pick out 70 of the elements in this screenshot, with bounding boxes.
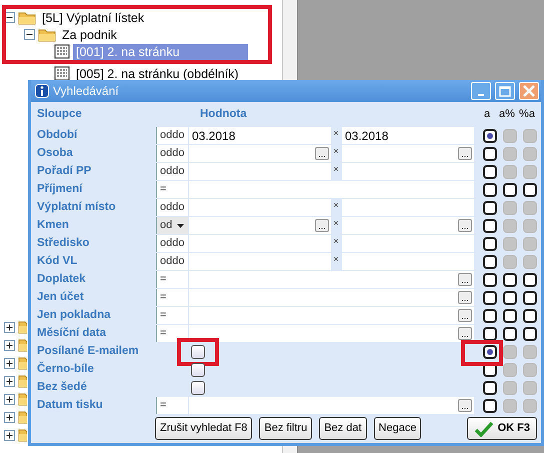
from-field[interactable]: 03.2018 (188, 127, 331, 144)
value-field[interactable]: ... (188, 397, 474, 414)
tree-item[interactable]: [5L] Výplatní lístek (39, 10, 148, 26)
browse-button[interactable]: ... (458, 273, 472, 286)
to-field[interactable]: ... (341, 145, 474, 162)
column-header: a (482, 107, 492, 122)
range-separator: × (332, 253, 340, 266)
value-field[interactable]: ... (188, 271, 474, 288)
browse-button[interactable]: ... (458, 309, 472, 322)
range-separator: × (332, 145, 340, 158)
operator-field[interactable]: = (156, 271, 188, 288)
browse-button[interactable]: ... (458, 291, 472, 304)
browse-button[interactable]: ... (315, 219, 329, 232)
field-label: Posílané E-mailem (36, 344, 140, 359)
from-field[interactable]: ... (188, 145, 331, 162)
browse-button[interactable]: ... (458, 327, 472, 340)
dialog-button[interactable]: Bez dat (319, 417, 367, 440)
dialog-button[interactable]: Zrušit vyhledat F8 (155, 417, 252, 440)
field-label: Černo-bíle (36, 361, 95, 377)
operator-field[interactable]: oddo (156, 253, 188, 270)
value-field[interactable]: ... (188, 307, 474, 324)
browse-button[interactable]: ... (458, 399, 472, 412)
operator-field[interactable]: oddo (156, 235, 188, 252)
operator-field[interactable]: oddo (156, 199, 188, 216)
value-field[interactable]: ... (188, 289, 474, 306)
column-header: Sloupce (37, 106, 83, 122)
operator-field[interactable]: = (156, 289, 188, 306)
operator-field[interactable]: = (156, 307, 188, 324)
field-label: Kód VL (36, 254, 78, 269)
field-label: Doplatek (36, 272, 87, 287)
field-label: Kmen (36, 218, 70, 233)
field-label: Jen účet (36, 290, 85, 305)
operator-field[interactable]: = (156, 325, 188, 342)
browse-button[interactable]: ... (315, 147, 329, 160)
field-label: Příjmení (36, 182, 84, 197)
field-label: Jen pokladna (36, 308, 112, 323)
tree-item[interactable]: Za podnik (59, 26, 120, 42)
operator-field[interactable]: = (156, 397, 188, 414)
range-separator: × (332, 199, 340, 212)
from-field[interactable]: ... (188, 217, 331, 234)
tree-item[interactable]: [005] 2. na stránku (obdélník) (73, 66, 242, 82)
column-header: %a (518, 107, 536, 122)
operator-dropdown[interactable]: od (156, 217, 188, 234)
range-separator: × (332, 163, 340, 176)
range-separator: × (332, 217, 340, 230)
field-label: Bez šedé (36, 380, 88, 395)
column-header: a% (498, 107, 516, 122)
browse-button[interactable]: ... (458, 219, 472, 232)
field-label: Měsíční data (36, 326, 108, 341)
field-label: Období (36, 128, 78, 143)
operator-field[interactable]: oddo (156, 127, 188, 144)
column-header: Hodnota (199, 106, 248, 122)
field-label: Výplatní místo (36, 200, 117, 215)
to-field[interactable]: 03.2018 (341, 127, 474, 144)
operator-field[interactable]: oddo (156, 163, 188, 180)
field-label: Osoba (36, 146, 74, 161)
field-label: Datum tisku (36, 398, 104, 413)
field-label: Pořadí PP (36, 164, 92, 179)
field-label: Středisko (36, 236, 90, 251)
dialog-button[interactable]: Bez filtru (259, 417, 312, 440)
range-separator: × (332, 235, 340, 248)
ok-button[interactable]: OK F3 (466, 417, 537, 440)
operator-field[interactable]: = (156, 181, 188, 198)
to-field[interactable]: ... (341, 217, 474, 234)
browse-button[interactable]: ... (458, 147, 472, 160)
range-separator: × (332, 127, 340, 140)
value-field[interactable]: ... (188, 325, 474, 342)
window-title: Vyhledávání (53, 83, 120, 100)
operator-field[interactable]: oddo (156, 145, 188, 162)
dialog-button[interactable]: Negace (374, 417, 422, 440)
